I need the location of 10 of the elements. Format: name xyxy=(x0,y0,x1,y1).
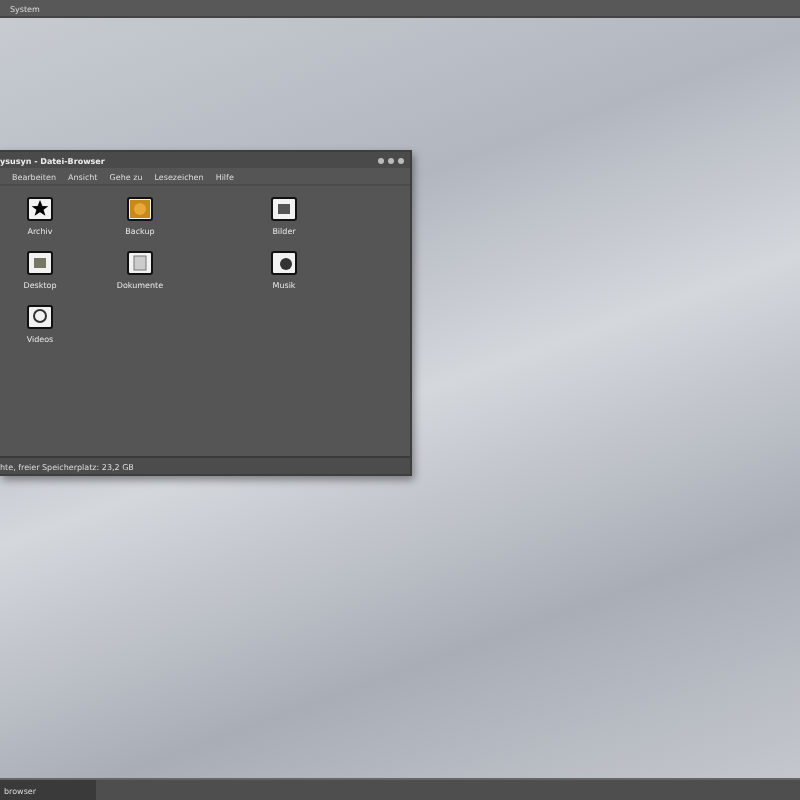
close-button[interactable] xyxy=(398,157,404,163)
minimize-button[interactable] xyxy=(378,157,384,163)
document-folder-icon xyxy=(126,248,154,276)
desktop-folder-icon xyxy=(26,248,54,276)
video-folder-icon xyxy=(26,302,54,330)
star-folder-icon xyxy=(26,194,54,222)
face-folder-icon xyxy=(126,194,154,222)
picture-folder-icon xyxy=(270,194,298,222)
music-folder-icon xyxy=(270,248,298,276)
maximize-button[interactable] xyxy=(388,157,394,163)
